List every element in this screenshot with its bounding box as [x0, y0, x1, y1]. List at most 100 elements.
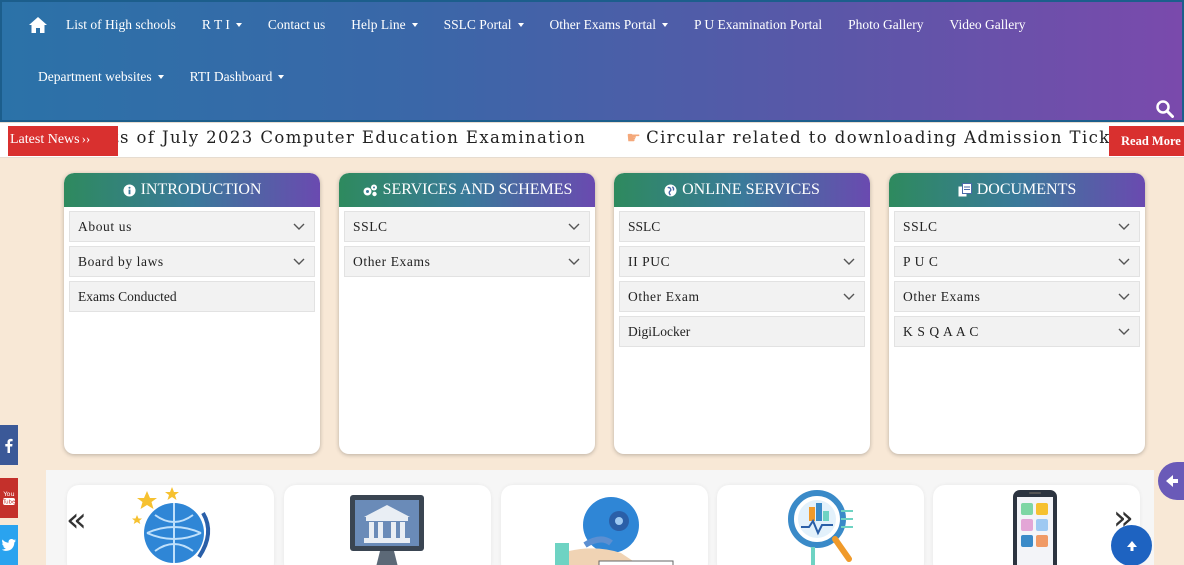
twitter-link[interactable]	[0, 525, 18, 565]
accordion-item[interactable]: Other Exams	[894, 281, 1140, 312]
double-chevron-icon: ››	[81, 131, 91, 146]
accordion-item-label: II PUC	[628, 253, 671, 269]
accordion-item[interactable]: SSLC	[894, 211, 1140, 242]
card-list: SSLC P U C Other Exams K S Q A A C	[889, 207, 1145, 355]
nav-item-label: List of High schools	[66, 17, 176, 32]
news-item[interactable]: ts of July 2023 Computer Education Exami…	[112, 128, 586, 147]
nav-item-contact-us[interactable]: Contact us	[268, 17, 325, 33]
chevron-down-icon	[843, 293, 855, 300]
chevron-down-icon	[1118, 293, 1130, 300]
twitter-icon	[2, 539, 16, 551]
caret-down-icon	[278, 75, 285, 79]
accordion-item[interactable]: DigiLocker	[619, 316, 865, 347]
search-icon[interactable]	[1156, 100, 1174, 118]
card-list: SSLC Other Exams	[339, 207, 595, 285]
facebook-link[interactable]	[0, 425, 18, 465]
nav-item-label: RTI Dashboard	[189, 69, 273, 84]
nav-item-p-u-examination-portal[interactable]: P U Examination Portal	[694, 17, 822, 33]
accordion-item[interactable]: SSLC	[619, 211, 865, 242]
home-icon[interactable]	[28, 16, 48, 34]
nav-item-label: Other Exams Portal	[549, 17, 656, 32]
caret-down-icon	[235, 23, 242, 27]
nav-item-list-of-high-schools[interactable]: List of High schools	[66, 17, 176, 33]
arrow-left-icon	[1166, 475, 1178, 487]
side-back-button[interactable]	[1158, 462, 1184, 500]
nav-row-secondary: Department websites RTI Dashboard	[38, 66, 310, 88]
nav-item-photo-gallery[interactable]: Photo Gallery	[848, 17, 923, 33]
svg-text:Tube: Tube	[2, 500, 16, 506]
card-header: DOCUMENTS	[889, 173, 1145, 207]
nav-item-label: Photo Gallery	[848, 17, 924, 32]
nav-item-help-line[interactable]: Help Line	[351, 17, 418, 33]
nav-item-label: SSLC Portal	[443, 17, 512, 32]
hand-gear-icon	[555, 497, 674, 565]
latest-news-text: Latest News	[10, 132, 80, 147]
nav-item-other-exams-portal[interactable]: Other Exams Portal	[550, 17, 668, 33]
chevron-down-icon	[568, 223, 580, 230]
carousel-tile[interactable]	[501, 485, 708, 565]
site-header: List of High schools R T I Contact us Help …	[0, 0, 1184, 122]
accordion-item[interactable]: Other Exams	[344, 246, 590, 277]
chevron-down-icon	[843, 258, 855, 265]
accordion-item[interactable]: Other Exam	[619, 281, 865, 312]
computer-building-icon	[350, 495, 424, 565]
mobile-apps-icon	[1013, 490, 1057, 565]
youtube-icon: You Tube	[2, 490, 16, 506]
card-title: INTRODUCTION	[140, 181, 262, 198]
accordion-item-label: About us	[78, 218, 132, 234]
accordion-item[interactable]: P U C	[894, 246, 1140, 277]
scroll-to-top-button[interactable]	[1111, 525, 1152, 565]
card-title: SERVICES AND SCHEMES	[382, 181, 573, 198]
carousel-tile[interactable]	[67, 485, 274, 565]
nav-item-rti-dashboard[interactable]: RTI Dashboard	[190, 69, 285, 85]
carousel-tile[interactable]	[284, 485, 491, 565]
copy-icon	[958, 183, 972, 197]
nav-item-video-gallery[interactable]: Video Gallery	[950, 17, 1026, 33]
card-list: About us Board by laws Exams Conducted	[64, 207, 320, 320]
card-online-services: ONLINE SERVICES SSLC II PUC Other Exam Digi…	[614, 173, 870, 454]
caret-down-icon	[157, 75, 164, 79]
carousel-tile[interactable]	[717, 485, 924, 565]
chevron-down-icon	[568, 258, 580, 265]
accordion-item-label: Board by laws	[78, 253, 164, 269]
accordion-item-label: Other Exam	[628, 288, 700, 304]
accordion-item[interactable]: SSLC	[344, 211, 590, 242]
caret-down-icon	[411, 23, 418, 27]
nav-item-label: P U Examination Portal	[694, 17, 823, 32]
card-header: INTRODUCTION	[64, 173, 320, 207]
card-title: ONLINE SERVICES	[682, 181, 820, 198]
news-item[interactable]: Circular related to downloading Admissio…	[646, 128, 1180, 147]
caret-down-icon	[662, 23, 668, 27]
read-more-button[interactable]: Read More	[1109, 126, 1184, 156]
chevron-down-icon	[293, 258, 305, 265]
globe-stars-icon	[132, 487, 211, 563]
info-circle-icon	[123, 183, 136, 197]
arrow-up-icon	[1126, 540, 1137, 551]
youtube-link[interactable]: You Tube	[0, 478, 18, 518]
nav-item-label: Help Line	[351, 17, 406, 32]
ticker-track: ts of July 2023 Computer Education Exami…	[112, 128, 1180, 147]
news-ticker: Latest News ›› ts of July 2023 Computer E…	[0, 122, 1184, 158]
accordion-item[interactable]: Exams Conducted	[69, 281, 315, 312]
accordion-item[interactable]: About us	[69, 211, 315, 242]
accordion-item[interactable]: K S Q A A C	[894, 316, 1140, 347]
card-documents: DOCUMENTS SSLC P U C Other Exams K S Q A A …	[889, 173, 1145, 454]
svg-text:You: You	[2, 490, 14, 498]
nav-item-department-websites[interactable]: Department websites	[38, 69, 164, 85]
carousel-tile[interactable]	[933, 485, 1140, 565]
carousel-prev-button[interactable]: «	[66, 500, 87, 540]
nav-item-sslc-portal[interactable]: SSLC Portal	[444, 17, 524, 33]
accordion-item[interactable]: Board by laws	[69, 246, 315, 277]
nav-item-label: Video Gallery	[949, 17, 1026, 32]
magnifier-chart-icon	[788, 490, 853, 565]
chevron-down-icon	[1118, 328, 1130, 335]
card-header: SERVICES AND SCHEMES	[339, 173, 595, 207]
nav-item-r-t-i[interactable]: R T I	[202, 17, 242, 33]
accordion-item-label: DigiLocker	[628, 323, 691, 339]
card-title: DOCUMENTS	[976, 181, 1077, 198]
nav-row-primary: List of High schools R T I Contact us Help …	[28, 14, 1052, 36]
accordion-item-label: SSLC	[353, 218, 388, 234]
facebook-icon	[5, 438, 13, 453]
accordion-item-label: K S Q A A C	[903, 323, 980, 339]
accordion-item[interactable]: II PUC	[619, 246, 865, 277]
